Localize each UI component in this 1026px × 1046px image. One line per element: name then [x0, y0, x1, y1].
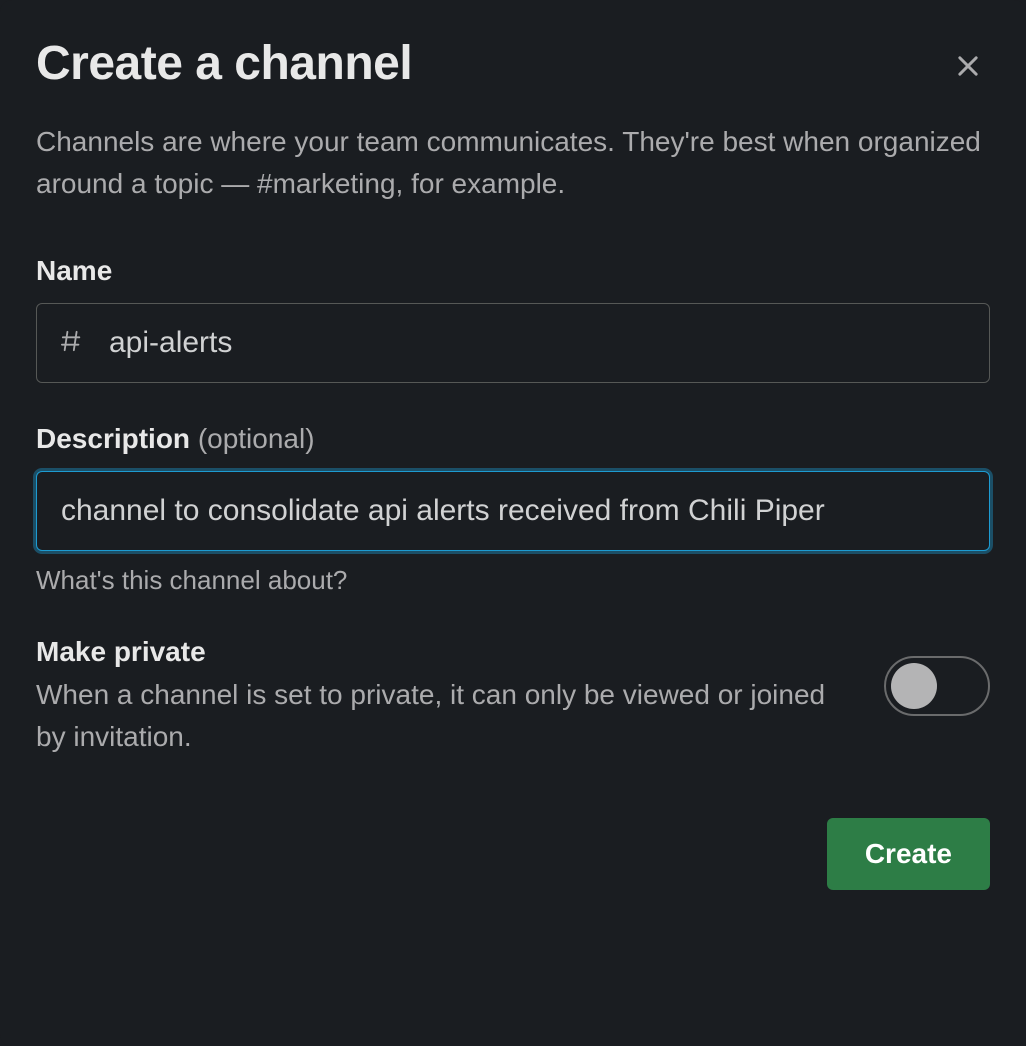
name-input-wrapper: [36, 303, 990, 383]
close-button[interactable]: [946, 44, 990, 91]
description-input[interactable]: [37, 472, 989, 550]
private-toggle[interactable]: [884, 656, 990, 716]
private-description: When a channel is set to private, it can…: [36, 674, 844, 758]
create-channel-modal: Create a channel Channels are where your…: [0, 0, 1026, 1046]
name-label: Name: [36, 255, 990, 287]
private-title: Make private: [36, 636, 844, 668]
description-form-group: Description (optional) What's this chann…: [36, 423, 990, 596]
description-help-text: What's this channel about?: [36, 565, 990, 596]
modal-title: Create a channel: [36, 36, 412, 91]
description-label: Description (optional): [36, 423, 990, 455]
description-label-text: Description: [36, 423, 190, 454]
create-button[interactable]: Create: [827, 818, 990, 890]
name-form-group: Name: [36, 255, 990, 383]
name-input[interactable]: [37, 304, 989, 382]
optional-text: (optional): [198, 423, 315, 454]
description-input-wrapper: [36, 471, 990, 551]
modal-header: Create a channel: [36, 36, 990, 91]
modal-description: Channels are where your team communicate…: [36, 121, 990, 205]
private-text-block: Make private When a channel is set to pr…: [36, 636, 844, 758]
toggle-knob: [891, 663, 937, 709]
modal-footer: Create: [36, 818, 990, 890]
close-icon: [954, 52, 982, 83]
private-section: Make private When a channel is set to pr…: [36, 636, 990, 758]
